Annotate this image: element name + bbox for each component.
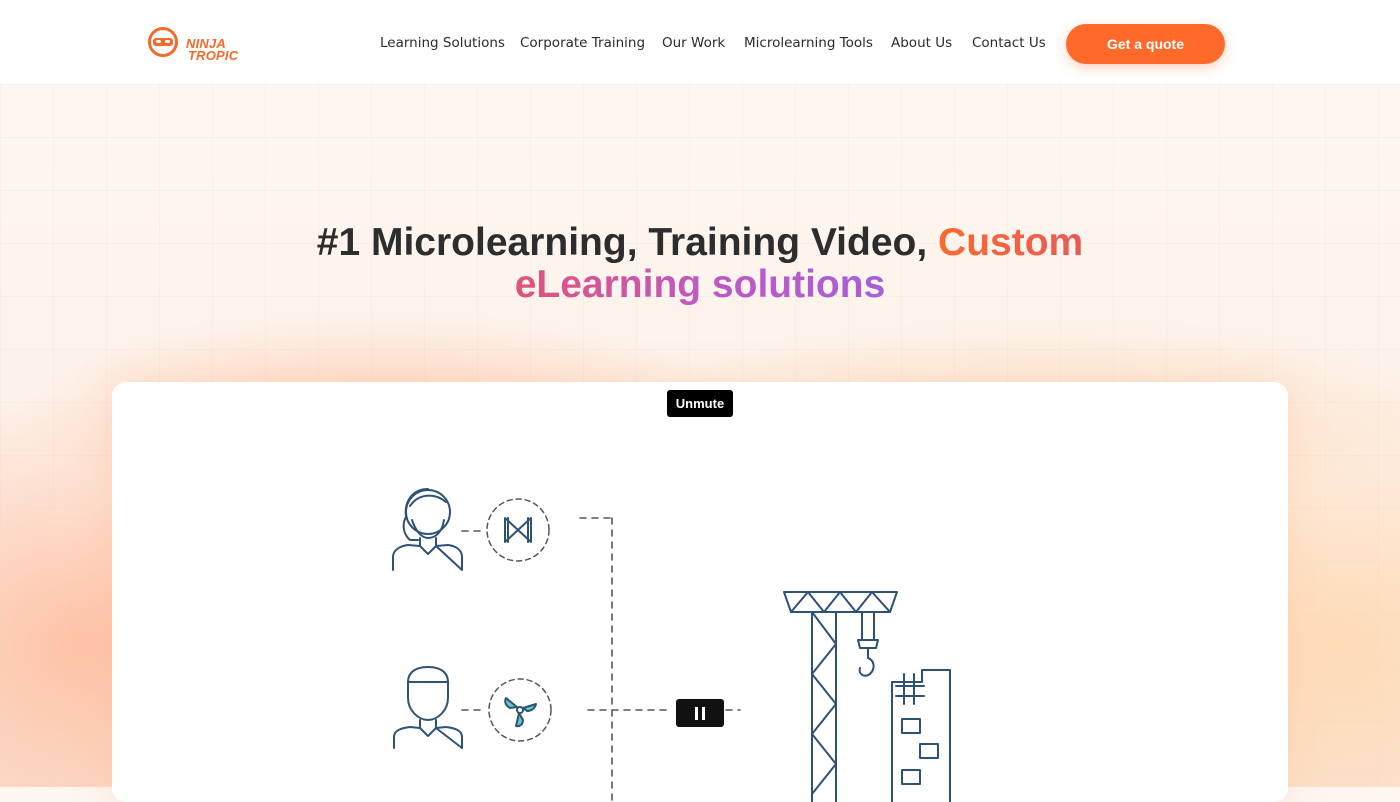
nav-corporate-training[interactable]: Corporate Training <box>520 35 645 51</box>
site-header: NINJA TROPIC Learning Solutions Corporat… <box>0 0 1400 84</box>
headline-text-main: #1 Microlearning, Training Video, <box>316 221 928 264</box>
pause-icon-bar-left <box>695 706 698 720</box>
get-a-quote-button[interactable]: Get a quote <box>1066 24 1225 64</box>
building-icon <box>891 669 951 802</box>
nav-about-us[interactable]: About Us <box>891 35 952 51</box>
nav-microlearning-tools[interactable]: Microlearning Tools <box>744 35 873 51</box>
man-avatar-icon <box>393 666 463 749</box>
unmute-button[interactable]: Unmute <box>667 390 733 417</box>
nav-our-work[interactable]: Our Work <box>662 35 725 51</box>
headline-text-gradient: eLearning solutions <box>514 263 886 306</box>
video-illustration <box>392 488 951 802</box>
ninja-mask-icon <box>153 38 173 46</box>
nav-learning-solutions[interactable]: Learning Solutions <box>380 35 505 51</box>
woman-avatar-icon <box>392 488 463 571</box>
ninjatropic-logo[interactable]: NINJA TROPIC <box>148 25 248 63</box>
logo-text-line2: TROPIC <box>188 48 239 63</box>
crane-icon <box>783 591 898 802</box>
pause-icon-bar-right <box>702 706 705 720</box>
pause-button[interactable] <box>676 699 724 727</box>
fan-icon <box>504 697 537 728</box>
video-player[interactable]: Unmute <box>112 382 1288 802</box>
headline-text-highlight: Custom <box>938 221 1084 264</box>
nav-contact-us[interactable]: Contact Us <box>972 35 1046 51</box>
valve-icon <box>504 517 532 543</box>
hero-headline: #1 Microlearning, Training Video, Custom… <box>0 222 1400 306</box>
